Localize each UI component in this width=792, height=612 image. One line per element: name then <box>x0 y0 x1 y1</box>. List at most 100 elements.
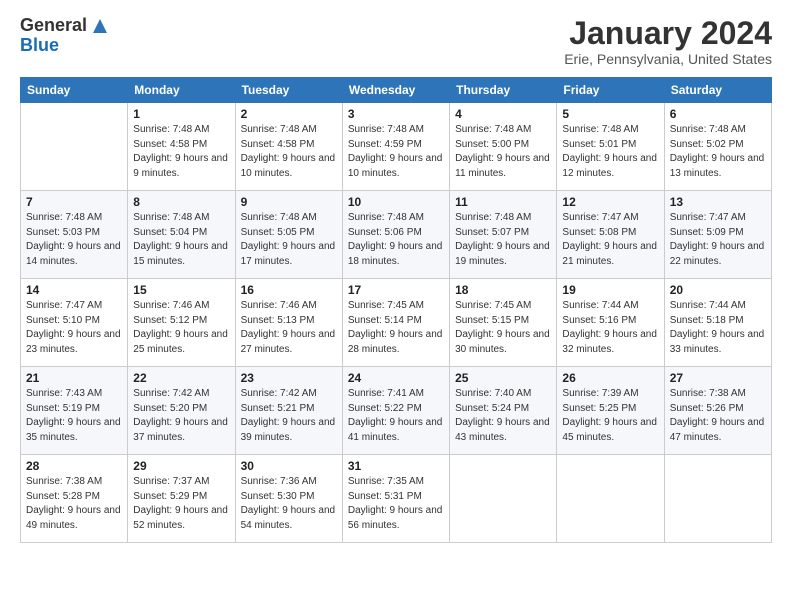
sunrise-text: Sunrise: 7:48 AM <box>455 212 531 223</box>
day-info: Sunrise: 7:48 AMSunset: 5:06 PMDaylight:… <box>348 211 444 269</box>
day-number: 21 <box>26 371 122 385</box>
day-number: 12 <box>562 195 658 209</box>
sunset-text: Sunset: 5:00 PM <box>455 139 529 150</box>
sunset-text: Sunset: 4:58 PM <box>133 139 207 150</box>
daylight-text: Daylight: 9 hours and 28 minutes. <box>348 329 443 355</box>
calendar-header-wednesday: Wednesday <box>342 78 449 103</box>
sunrise-text: Sunrise: 7:45 AM <box>455 300 531 311</box>
sunset-text: Sunset: 5:26 PM <box>670 403 744 414</box>
day-number: 30 <box>241 459 337 473</box>
sunrise-text: Sunrise: 7:47 AM <box>562 212 638 223</box>
calendar-cell: 11 Sunrise: 7:48 AMSunset: 5:07 PMDayligh… <box>450 191 557 279</box>
calendar-cell: 21Sunrise: 7:43 AMSunset: 5:19 PMDayligh… <box>21 367 128 455</box>
calendar-cell: 10 Sunrise: 7:48 AMSunset: 5:06 PMDayligh… <box>342 191 449 279</box>
page: General Blue January 2024 Erie, Pennsylv… <box>0 0 792 612</box>
calendar-cell: 27 Sunrise: 7:38 AMSunset: 5:26 PMDayligh… <box>664 367 771 455</box>
sunrise-text: Sunrise: 7:44 AM <box>670 300 746 311</box>
sunrise-text: Sunrise: 7:48 AM <box>562 124 638 135</box>
calendar-cell <box>450 455 557 543</box>
day-info: Sunrise: 7:40 AMSunset: 5:24 PMDaylight:… <box>455 387 551 445</box>
daylight-text: Daylight: 9 hours and 10 minutes. <box>241 153 336 179</box>
calendar-cell: 24 Sunrise: 7:41 AMSunset: 5:22 PMDayligh… <box>342 367 449 455</box>
sunset-text: Sunset: 5:12 PM <box>133 315 207 326</box>
daylight-text: Daylight: 9 hours and 17 minutes. <box>241 241 336 267</box>
day-info: Sunrise: 7:35 AMSunset: 5:31 PMDaylight:… <box>348 475 444 533</box>
day-info: Sunrise: 7:37 AMSunset: 5:29 PMDaylight:… <box>133 475 229 533</box>
day-info: Sunrise: 7:41 AMSunset: 5:22 PMDaylight:… <box>348 387 444 445</box>
day-number: 20 <box>670 283 766 297</box>
day-number: 31 <box>348 459 444 473</box>
sunrise-text: Sunrise: 7:38 AM <box>26 476 102 487</box>
day-number: 24 <box>348 371 444 385</box>
sunset-text: Sunset: 5:01 PM <box>562 139 636 150</box>
day-info: Sunrise: 7:48 AM Sunset: 4:58 PM Daylight:… <box>241 123 337 181</box>
sunrise-text: Sunrise: 7:47 AM <box>26 300 102 311</box>
sunset-text: Sunset: 5:13 PM <box>241 315 315 326</box>
daylight-text: Daylight: 9 hours and 49 minutes. <box>26 505 121 531</box>
day-number: 11 <box>455 195 551 209</box>
calendar-header-tuesday: Tuesday <box>235 78 342 103</box>
day-info: Sunrise: 7:48 AM Sunset: 5:05 PM Daylight:… <box>241 211 337 269</box>
sunset-text: Sunset: 5:16 PM <box>562 315 636 326</box>
calendar-cell: 23Sunrise: 7:42 AMSunset: 5:21 PMDayligh… <box>235 367 342 455</box>
sunrise-text: Sunrise: 7:48 AM <box>26 212 102 223</box>
daylight-text: Daylight: 9 hours and 15 minutes. <box>133 241 228 267</box>
day-info: Sunrise: 7:48 AMSunset: 5:04 PMDaylight:… <box>133 211 229 269</box>
day-info: Sunrise: 7:48 AMSunset: 5:01 PMDaylight:… <box>562 123 658 181</box>
sunset-text: Sunset: 5:09 PM <box>670 227 744 238</box>
sunrise-text: Sunrise: 7:48 AM <box>241 212 317 223</box>
daylight-text: Daylight: 9 hours and 11 minutes. <box>455 153 550 179</box>
daylight-text: Daylight: 9 hours and 23 minutes. <box>26 329 121 355</box>
daylight-text: Daylight: 9 hours and 22 minutes. <box>670 241 765 267</box>
sunset-text: Sunset: 5:29 PM <box>133 491 207 502</box>
calendar-week-3: 14Sunrise: 7:47 AMSunset: 5:10 PMDayligh… <box>21 279 772 367</box>
day-number: 17 <box>348 283 444 297</box>
daylight-text: Daylight: 9 hours and 54 minutes. <box>241 505 336 531</box>
daylight-text: Daylight: 9 hours and 30 minutes. <box>455 329 550 355</box>
day-number: 15 <box>133 283 229 297</box>
sunset-text: Sunset: 5:05 PM <box>241 227 315 238</box>
day-info: Sunrise: 7:42 AMSunset: 5:20 PMDaylight:… <box>133 387 229 445</box>
day-number: 2 <box>241 107 337 121</box>
day-number: 29 <box>133 459 229 473</box>
daylight-text: Daylight: 9 hours and 43 minutes. <box>455 417 550 443</box>
day-number: 10 <box>348 195 444 209</box>
daylight-text: Daylight: 9 hours and 39 minutes. <box>241 417 336 443</box>
sunset-text: Sunset: 5:14 PM <box>348 315 422 326</box>
day-info: Sunrise: 7:47 AMSunset: 5:08 PMDaylight:… <box>562 211 658 269</box>
day-info: Sunrise: 7:38 AMSunset: 5:26 PMDaylight:… <box>670 387 766 445</box>
sunset-text: Sunset: 5:20 PM <box>133 403 207 414</box>
daylight-text: Daylight: 9 hours and 56 minutes. <box>348 505 443 531</box>
day-number: 5 <box>562 107 658 121</box>
daylight-text: Daylight: 9 hours and 25 minutes. <box>133 329 228 355</box>
day-number: 26 <box>562 371 658 385</box>
day-info: Sunrise: 7:48 AMSunset: 5:07 PMDaylight:… <box>455 211 551 269</box>
daylight-text: Daylight: 9 hours and 19 minutes. <box>455 241 550 267</box>
day-info: Sunrise: 7:36 AMSunset: 5:30 PMDaylight:… <box>241 475 337 533</box>
sunrise-text: Sunrise: 7:48 AM <box>241 124 317 135</box>
logo-general: General <box>20 16 107 36</box>
day-number: 27 <box>670 371 766 385</box>
day-info: Sunrise: 7:42 AMSunset: 5:21 PMDaylight:… <box>241 387 337 445</box>
calendar-header-friday: Friday <box>557 78 664 103</box>
calendar-cell: 1Sunrise: 7:48 AMSunset: 4:58 PMDaylight… <box>128 103 235 191</box>
sunset-text: Sunset: 5:24 PM <box>455 403 529 414</box>
calendar-cell: 4Sunrise: 7:48 AMSunset: 5:00 PMDaylight… <box>450 103 557 191</box>
sunset-text: Sunset: 5:18 PM <box>670 315 744 326</box>
location: Erie, Pennsylvania, United States <box>564 51 772 67</box>
daylight-text: Daylight: 9 hours and 18 minutes. <box>348 241 443 267</box>
day-number: 16 <box>241 283 337 297</box>
sunset-text: Sunset: 4:58 PM <box>241 139 315 150</box>
sunrise-text: Sunrise: 7:44 AM <box>562 300 638 311</box>
calendar-cell: 8Sunrise: 7:48 AMSunset: 5:04 PMDaylight… <box>128 191 235 279</box>
calendar-cell <box>557 455 664 543</box>
day-number: 25 <box>455 371 551 385</box>
calendar-cell: 12 Sunrise: 7:47 AMSunset: 5:08 PMDayligh… <box>557 191 664 279</box>
day-info: Sunrise: 7:45 AMSunset: 5:15 PMDaylight:… <box>455 299 551 357</box>
daylight-text: Daylight: 9 hours and 33 minutes. <box>670 329 765 355</box>
daylight-text: Daylight: 9 hours and 27 minutes. <box>241 329 336 355</box>
day-info: Sunrise: 7:38 AMSunset: 5:28 PMDaylight:… <box>26 475 122 533</box>
sunset-text: Sunset: 5:19 PM <box>26 403 100 414</box>
daylight-text: Daylight: 9 hours and 47 minutes. <box>670 417 765 443</box>
sunrise-text: Sunrise: 7:47 AM <box>670 212 746 223</box>
